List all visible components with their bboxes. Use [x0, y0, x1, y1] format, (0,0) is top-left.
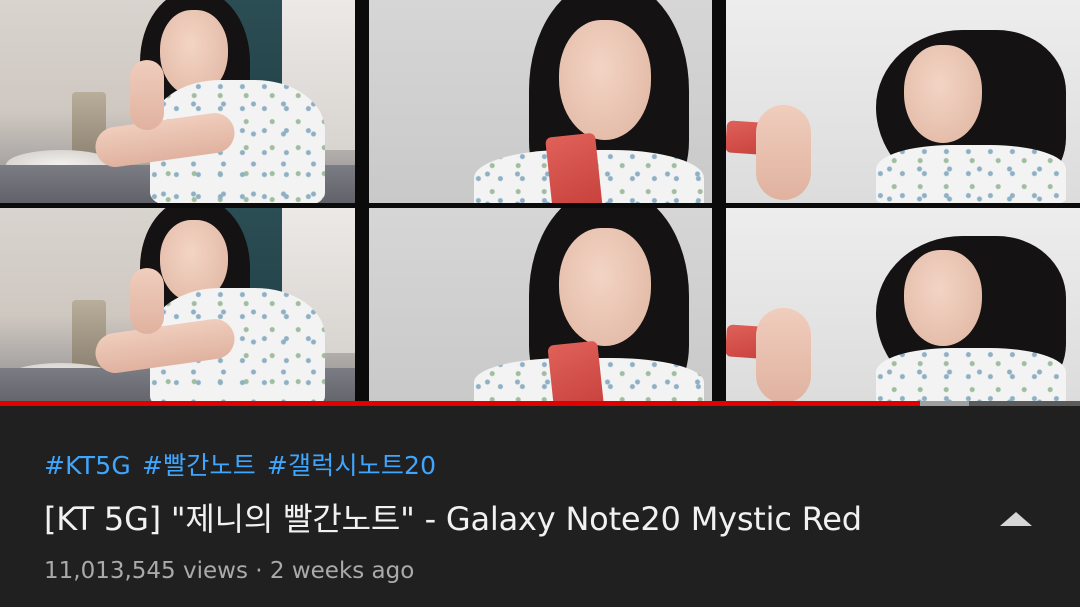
video-frame-phone-bottom	[369, 208, 712, 403]
video-frame-hair-bottom	[726, 208, 1080, 403]
hashtag-link[interactable]: #갤럭시노트20	[267, 451, 436, 480]
video-meta: 11,013,545 views · 2 weeks ago	[44, 558, 414, 584]
meta-separator: ·	[255, 558, 263, 584]
video-frame-grid	[0, 0, 1080, 403]
video-player[interactable]	[0, 0, 1080, 403]
upload-age: 2 weeks ago	[269, 558, 415, 584]
video-info-panel: #KT5G #빨간노트 #갤럭시노트20 [KT 5G] "제니의 빨간노트" - …	[0, 406, 1080, 607]
video-frame-hair-top	[726, 0, 1080, 203]
video-frame-bedroom-top	[0, 0, 355, 203]
video-title[interactable]: [KT 5G] "제니의 빨간노트" - Galaxy Note20 Mysti…	[44, 494, 862, 540]
video-frame-bedroom-bottom	[0, 208, 355, 403]
view-count: 11,013,545 views	[44, 558, 248, 584]
expand-description-button[interactable]	[998, 508, 1034, 530]
video-frame-phone-top	[369, 0, 712, 203]
chevron-up-icon	[1000, 512, 1032, 526]
hashtag-row: #KT5G #빨간노트 #갤럭시노트20	[44, 446, 447, 482]
hashtag-link[interactable]: #KT5G	[44, 451, 131, 480]
hashtag-link[interactable]: #빨간노트	[142, 451, 256, 480]
